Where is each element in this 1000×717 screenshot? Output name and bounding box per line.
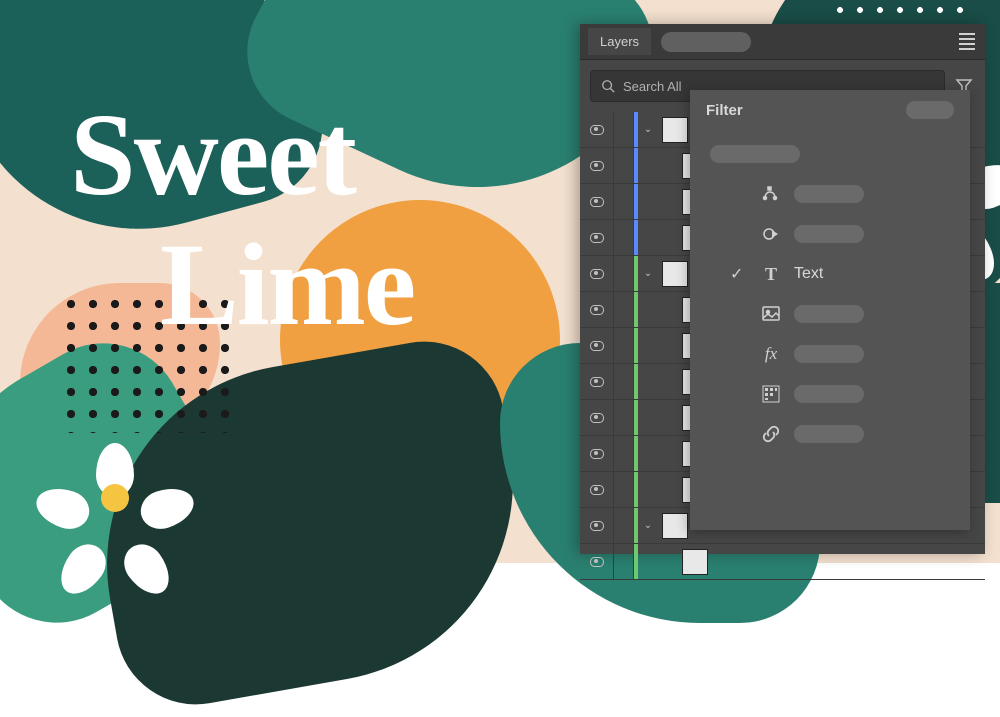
layer-thumbnail[interactable] — [682, 549, 708, 575]
filter-option-placeholder — [794, 385, 864, 403]
filter-option[interactable] — [704, 374, 956, 414]
eye-icon — [590, 485, 604, 495]
chevron-down-icon[interactable]: ⌄ — [640, 520, 656, 531]
filter-option[interactable]: fx — [704, 334, 956, 374]
layer-thumbnail[interactable] — [662, 117, 688, 143]
flower-shape — [60, 443, 170, 553]
tab-layers[interactable]: Layers — [588, 28, 651, 55]
visibility-toggle[interactable] — [580, 220, 614, 255]
filter-popup-header: Filter — [690, 90, 970, 130]
filter-option[interactable] — [704, 414, 956, 454]
tab-placeholder[interactable] — [661, 32, 751, 52]
eye-icon — [590, 413, 604, 423]
panel-header: Layers — [580, 24, 985, 60]
visibility-toggle[interactable] — [580, 328, 614, 363]
filter-option-placeholder — [794, 305, 864, 323]
link-icon — [760, 424, 782, 444]
lock-column[interactable] — [614, 436, 634, 471]
filter-option-placeholder — [794, 425, 864, 443]
filter-option[interactable]: ✓ T Text — [704, 254, 956, 294]
visibility-toggle[interactable] — [580, 148, 614, 183]
visibility-toggle[interactable] — [580, 544, 614, 579]
layer-color-bar — [634, 364, 638, 399]
lock-column[interactable] — [614, 292, 634, 327]
search-icon — [601, 79, 615, 93]
lock-column[interactable] — [614, 400, 634, 435]
text-icon: T — [760, 264, 782, 285]
eye-icon — [590, 557, 604, 567]
layer-thumbnail[interactable] — [662, 261, 688, 287]
visibility-toggle[interactable] — [580, 256, 614, 291]
path-icon — [760, 184, 782, 204]
visibility-toggle[interactable] — [580, 472, 614, 507]
lock-column[interactable] — [614, 184, 634, 219]
layer-color-bar — [634, 400, 638, 435]
eye-icon — [590, 197, 604, 207]
filter-title: Filter — [706, 102, 743, 119]
layer-color-bar — [634, 544, 638, 579]
lock-column[interactable] — [614, 508, 634, 543]
layer-color-bar — [634, 328, 638, 363]
visibility-toggle[interactable] — [580, 400, 614, 435]
lock-column[interactable] — [614, 112, 634, 147]
layer-thumbnail[interactable] — [662, 513, 688, 539]
visibility-toggle[interactable] — [580, 508, 614, 543]
title-line-1: Sweet — [70, 90, 414, 220]
artwork-title: Sweet Lime — [70, 90, 414, 350]
filter-option-placeholder — [710, 145, 800, 163]
visibility-toggle[interactable] — [580, 436, 614, 471]
filter-option-placeholder — [794, 225, 864, 243]
lock-column[interactable] — [614, 364, 634, 399]
layer-color-bar — [634, 472, 638, 507]
layer-color-bar — [634, 436, 638, 471]
filter-toggle[interactable] — [906, 101, 954, 119]
layer-row[interactable] — [580, 544, 985, 580]
lock-column[interactable] — [614, 256, 634, 291]
layer-color-bar — [634, 508, 638, 543]
filter-option[interactable] — [704, 294, 956, 334]
image-icon — [760, 305, 782, 323]
lock-column[interactable] — [614, 328, 634, 363]
chevron-down-icon[interactable]: ⌄ — [640, 268, 656, 279]
check-icon: ✓ — [730, 264, 748, 284]
panel-menu-button[interactable] — [957, 33, 977, 50]
chevron-down-icon[interactable]: ⌄ — [640, 124, 656, 135]
filter-popup: Filter ✓ T Text fx — [690, 90, 970, 530]
eye-icon — [590, 449, 604, 459]
lock-column[interactable] — [614, 544, 634, 579]
lock-column[interactable] — [614, 220, 634, 255]
filter-option-placeholder — [794, 185, 864, 203]
eye-icon — [590, 161, 604, 171]
title-line-2: Lime — [160, 220, 414, 350]
layer-color-bar — [634, 292, 638, 327]
eye-icon — [590, 125, 604, 135]
eye-icon — [590, 341, 604, 351]
layer-color-bar — [634, 184, 638, 219]
layer-color-bar — [634, 256, 638, 291]
layer-color-bar — [634, 220, 638, 255]
shape-icon — [760, 224, 782, 244]
visibility-toggle[interactable] — [580, 364, 614, 399]
layer-color-bar — [634, 148, 638, 183]
eye-icon — [590, 269, 604, 279]
lock-column[interactable] — [614, 472, 634, 507]
eye-icon — [590, 377, 604, 387]
filter-option[interactable] — [704, 214, 956, 254]
eye-icon — [590, 233, 604, 243]
visibility-toggle[interactable] — [580, 112, 614, 147]
pattern-icon — [760, 385, 782, 403]
eye-icon — [590, 305, 604, 315]
filter-option[interactable] — [704, 134, 956, 174]
filter-option-placeholder — [794, 345, 864, 363]
visibility-toggle[interactable] — [580, 292, 614, 327]
filter-option[interactable] — [704, 174, 956, 214]
lock-column[interactable] — [614, 148, 634, 183]
filter-option-label: Text — [794, 265, 823, 283]
visibility-toggle[interactable] — [580, 184, 614, 219]
fx-icon: fx — [760, 344, 782, 364]
search-placeholder: Search All — [623, 79, 682, 94]
eye-icon — [590, 521, 604, 531]
layer-color-bar — [634, 112, 638, 147]
